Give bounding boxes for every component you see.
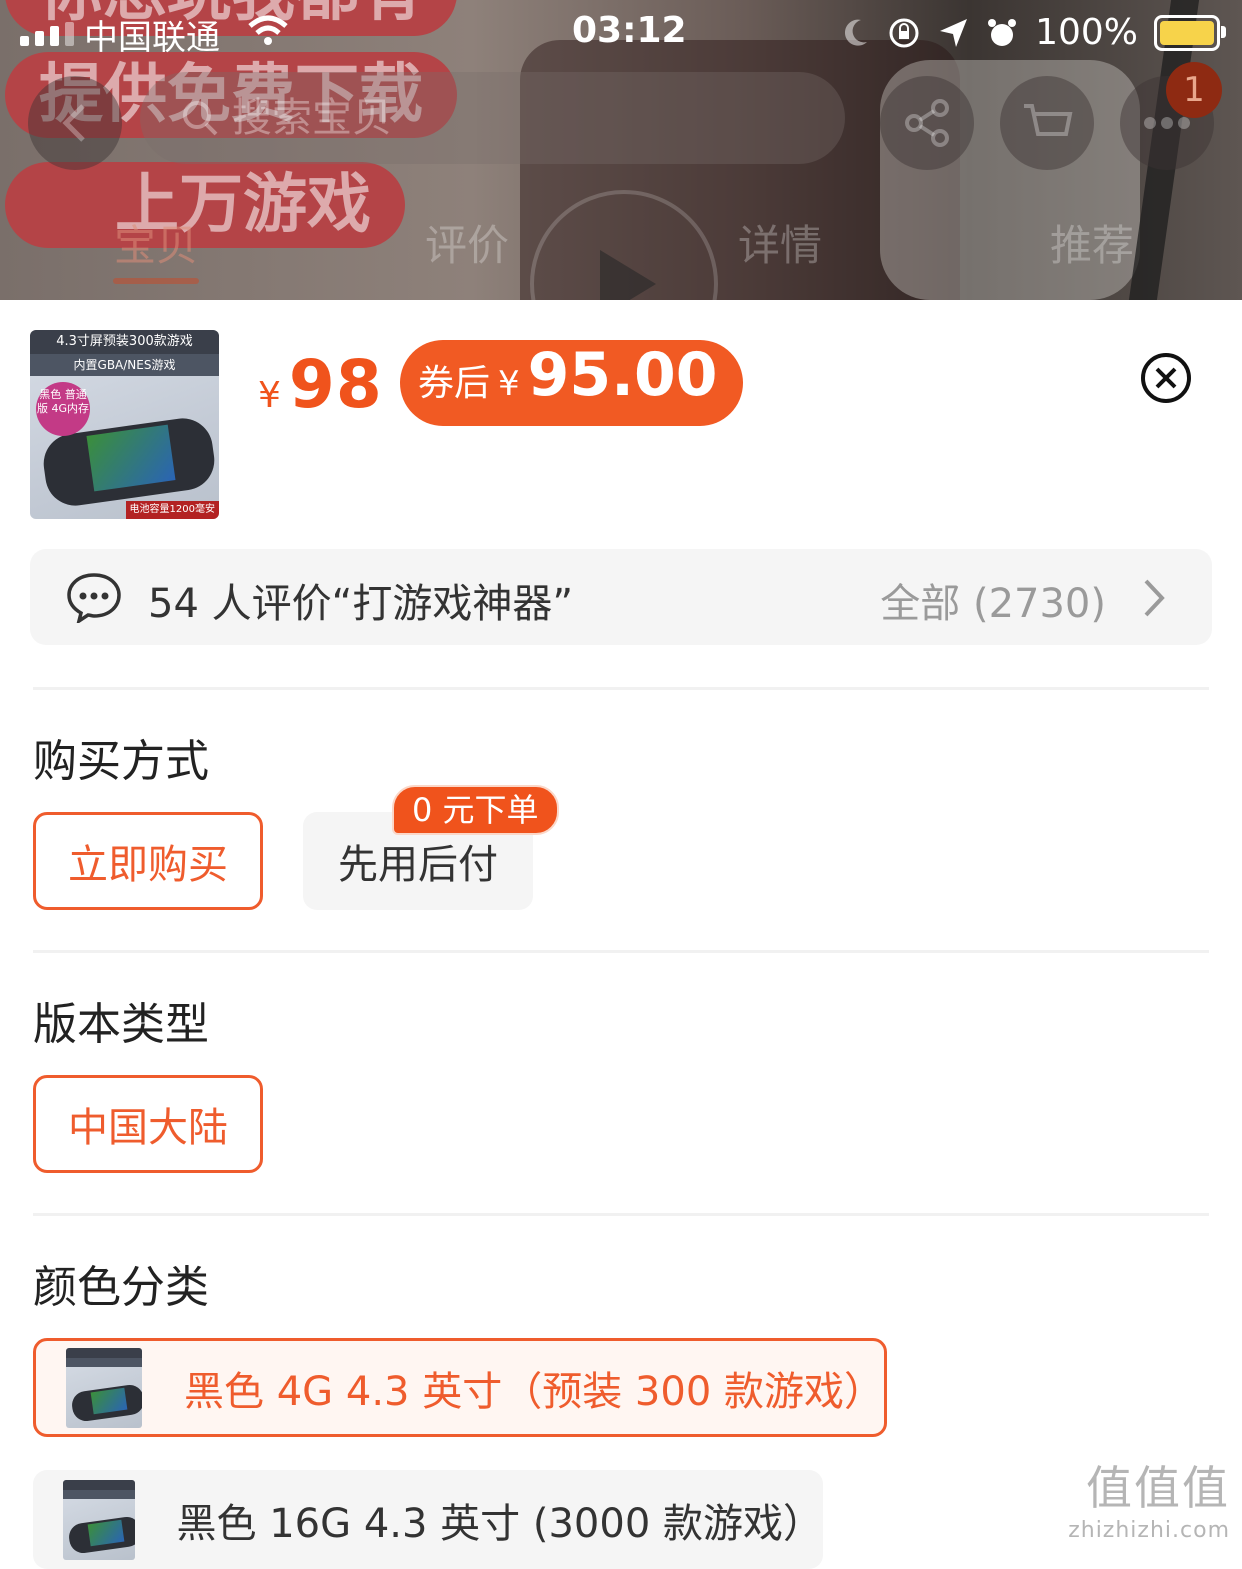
coupon-label: 券后 [418,363,491,404]
price-currency: ¥ [258,375,281,416]
search-placeholder: 搜索宝贝 [232,95,392,141]
thumbnail-caption: 4.3寸屏预装300款游戏 [30,330,219,354]
comment-icon [67,573,121,623]
tab-baobei[interactable]: 宝贝 [114,212,198,273]
search-bar[interactable]: 搜索宝贝 [140,72,845,164]
share-icon [905,99,949,147]
thumbnail-caption: 内置GBA/NES游戏 [30,354,219,376]
coupon-price-value: 95.00 [527,340,718,410]
alarm-icon [988,18,1017,46]
search-icon [183,101,218,136]
watermark-text: 值值值 [1086,1461,1230,1515]
tab-reviews[interactable]: 评价 [425,212,509,273]
back-button[interactable] [28,76,122,170]
status-right: 100% [841,12,1226,53]
coupon-currency: ¥ [498,364,520,404]
cart-button[interactable] [1000,76,1094,170]
signal-icon [20,22,74,46]
version-type-title: 版本类型 [33,999,209,1050]
section-divider [33,1213,1209,1216]
status-bar: 中国联通 03:12 100% [0,0,1242,64]
clock: 03:12 [572,10,687,51]
back-icon [62,104,85,142]
active-tab-indicator [113,278,199,284]
moon-icon [845,19,868,46]
review-summary-text: 54 人评价“打游戏神器” [148,581,574,627]
all-reviews-link[interactable]: 全部 (2730) [880,571,1106,629]
option-mainland-china[interactable]: 中国大陆 [33,1075,263,1173]
coupon-price-badge: 券后 ¥ 95.00 [400,340,744,426]
purchase-method-title: 购买方式 [33,736,209,787]
option-label: 立即购买 [68,842,228,888]
section-divider [33,950,1209,953]
thumbnail-footer: 电池容量1200毫安 [125,501,219,519]
location-icon [940,18,968,47]
product-thumbnail[interactable]: 4.3寸屏预装300款游戏 内置GBA/NES游戏 黑色 普通版 4G内存 电池… [30,330,219,519]
cart-count-badge: 1 [1166,62,1222,118]
price: ¥ 98 [258,346,383,423]
share-button[interactable] [880,76,974,170]
section-divider [33,687,1209,690]
color-option-thumbnail [66,1347,143,1428]
sku-selector-sheet: 4.3寸屏预装300款游戏 内置GBA/NES游戏 黑色 普通版 4G内存 电池… [0,300,1242,1569]
review-summary-bar[interactable]: 54 人评价“打游戏神器” 全部 (2730) [30,549,1212,645]
price-value: 98 [288,346,383,423]
color-option-thumbnail [63,1479,135,1560]
tab-recommend[interactable]: 推荐 [1050,212,1134,273]
detail-nav-tabs: 宝贝 评价 详情 推荐 [0,212,1242,284]
option-label: 先用后付 [338,842,498,888]
close-icon[interactable] [1140,352,1192,404]
thumbnail-badge: 黑色 普通版 4G内存 [36,382,90,436]
watermark: 值值值 zhizhizhi.com [1068,1452,1230,1543]
zero-order-tag: 0 元下单 [392,785,559,835]
tab-details[interactable]: 详情 [738,212,822,273]
console-screen [86,424,176,492]
carrier-name: 中国联通 [84,18,220,58]
rotation-lock-icon [889,18,919,47]
battery-icon [1154,14,1226,51]
color-option-label: 黑色 16G 4.3 英寸 (3000 款游戏） [176,1500,823,1547]
color-option-label: 黑色 4G 4.3 英寸（预装 300 款游戏） [184,1368,884,1415]
battery-percent: 100% [1035,12,1138,53]
wifi-icon [248,15,288,45]
color-category-title: 颜色分类 [33,1262,209,1313]
chevron-right-icon [1144,579,1165,617]
color-option-black-16g[interactable]: 黑色 16G 4.3 英寸 (3000 款游戏） [33,1470,823,1569]
cart-icon [1024,104,1073,136]
option-label: 中国大陆 [68,1105,228,1151]
option-buy-now[interactable]: 立即购买 [33,812,263,910]
color-option-black-4g[interactable]: 黑色 4G 4.3 英寸（预装 300 款游戏） [33,1338,887,1437]
watermark-domain: zhizhizhi.com [1068,1518,1230,1543]
